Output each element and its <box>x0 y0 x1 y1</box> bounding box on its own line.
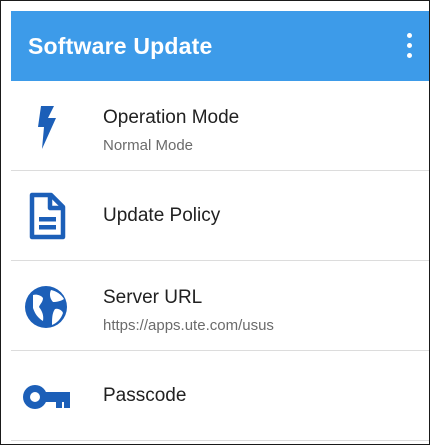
setting-operation-mode[interactable]: Operation Mode Normal Mode <box>11 81 429 171</box>
setting-value: https://apps.ute.com/usus <box>103 317 274 334</box>
setting-passcode[interactable]: Passcode <box>11 351 429 441</box>
setting-title: Server URL <box>103 287 203 308</box>
document-icon <box>21 191 71 241</box>
setting-title: Passcode <box>103 385 187 406</box>
flash-icon <box>21 101 71 151</box>
settings-list: Operation Mode Normal Mode Update Policy <box>11 81 429 441</box>
globe-icon <box>21 281 71 331</box>
app-bar: Software Update <box>11 11 429 81</box>
setting-title: Operation Mode <box>103 107 240 128</box>
setting-value: Normal Mode <box>103 137 194 154</box>
setting-title: Update Policy <box>103 205 221 226</box>
more-vert-icon[interactable] <box>399 33 419 59</box>
screen-frame: Software Update Operation Mode Normal Mo… <box>0 0 430 445</box>
setting-server-url[interactable]: Server URL https://apps.ute.com/usus <box>11 261 429 351</box>
app-title: Software Update <box>28 33 213 59</box>
setting-update-policy[interactable]: Update Policy <box>11 171 429 261</box>
key-icon <box>21 371 71 421</box>
